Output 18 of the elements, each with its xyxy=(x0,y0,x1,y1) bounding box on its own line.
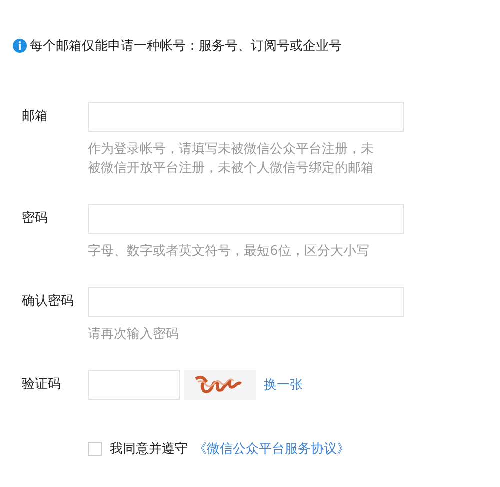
agreement-text: 我同意并遵守 xyxy=(110,441,188,458)
captcha-image xyxy=(184,370,256,400)
refresh-captcha-link[interactable]: 换一张 xyxy=(264,376,303,394)
field-label: 确认密码 xyxy=(22,293,75,311)
info-icon xyxy=(13,39,27,53)
hint-text: 请再次输入密码 xyxy=(88,326,180,344)
field-label: 密码 xyxy=(22,210,49,228)
input-field[interactable] xyxy=(88,370,180,400)
hint-text: 作为登录帐号，请填写未被微信公众平台注册，未 被微信开放平台注册，未被个人微信号绑定的邮箱 xyxy=(88,141,375,178)
input-field[interactable] xyxy=(88,102,404,132)
field-label: 邮箱 xyxy=(22,108,49,126)
input-field[interactable] xyxy=(88,204,404,234)
agreement-link[interactable]: 《微信公众平台服务协议》 xyxy=(194,440,350,458)
hint-text: 字母、数字或者英文符号，最短6位，区分大小写 xyxy=(88,243,370,261)
field-label: 验证码 xyxy=(22,376,62,394)
notice-text: 每个邮箱仅能申请一种帐号：服务号、订阅号或企业号 xyxy=(30,38,342,55)
checkbox[interactable] xyxy=(88,442,102,456)
input-field[interactable] xyxy=(88,287,404,317)
